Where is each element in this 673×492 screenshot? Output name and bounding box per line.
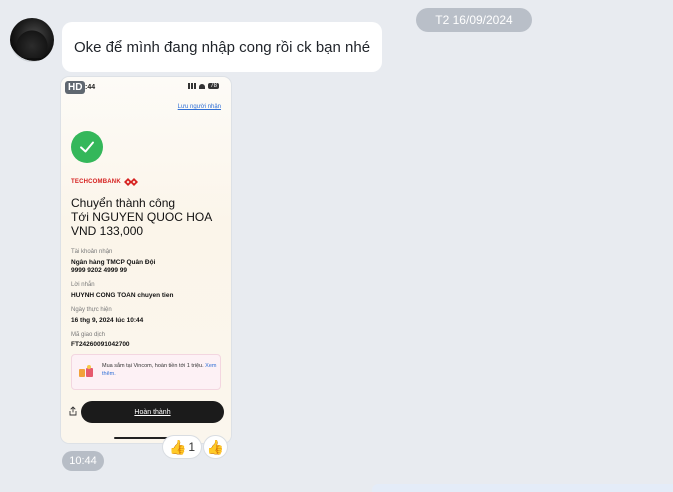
field-value-bank: Ngân hàng TMCP Quân Đội [71,259,156,266]
field-label-date: Ngày thực hiện [71,307,112,313]
promo-banner: Mua sắm tại Vincom, hoàn tiền tới 1 triệ… [71,354,221,390]
thumbs-up-icon: 👍 [168,439,187,455]
field-value-transaction-id: FT24260091042700 [71,341,130,348]
phone-status-icons: 78 [188,83,219,89]
field-value-date: 16 thg 9, 2024 lúc 10:44 [71,317,144,324]
thumbs-up-icon: 👍 [206,439,225,455]
transfer-title: Chuyển thành công [71,196,176,210]
message-bubble[interactable]: Oke để mình đang nhập cong rồi ck bạn nh… [62,22,382,72]
save-recipient-link: Lưu người nhận [177,104,221,110]
reaction-thumbs-up-count[interactable]: 👍 1 [163,436,201,458]
share-icon [69,406,77,416]
promo-text: Mua sắm tại Vincom, hoàn tiền tới 1 triệ… [102,362,218,378]
field-label-transaction-id: Mã giao dịch [71,332,106,338]
check-icon [71,131,103,163]
field-label-message: Lời nhắn [71,282,95,288]
image-message[interactable]: HD :44 78 Lưu người nhận TECHCOMBANK Chu… [61,77,231,443]
gift-icon [79,365,93,377]
phone-status-time: :44 [85,84,96,91]
transfer-recipient: Tới NGUYEN QUOC HOA [71,210,213,224]
field-value-message: HUYNH CONG TOAN chuyen tien [71,292,174,299]
battery-icon: 78 [208,83,219,89]
date-separator: T2 16/09/2024 [416,8,532,32]
outgoing-message-edge [372,484,673,492]
techcombank-logo-icon [123,178,138,186]
transfer-amount: VND 133,000 [71,224,144,238]
field-value-account-number: 9999 9202 4999 99 [71,267,128,274]
bank-name: TECHCOMBANK [71,179,121,185]
wifi-icon [199,83,206,89]
techcombank-logo: TECHCOMBANK [71,178,138,186]
field-label-account: Tài khoản nhận [71,249,113,255]
reaction-add-thumbs-up[interactable]: 👍 [204,436,227,458]
promo-message: Mua sắm tại Vincom, hoàn tiền tới 1 triệ… [102,363,204,369]
hd-badge: HD [65,81,86,94]
message-time: 10:44 [62,451,104,471]
done-button: Hoàn thành [81,401,224,423]
avatar[interactable] [10,18,54,62]
signal-icon [188,83,197,89]
message-text: Oke để mình đang nhập cong rồi ck bạn nh… [74,38,371,56]
reaction-count: 1 [188,440,196,454]
